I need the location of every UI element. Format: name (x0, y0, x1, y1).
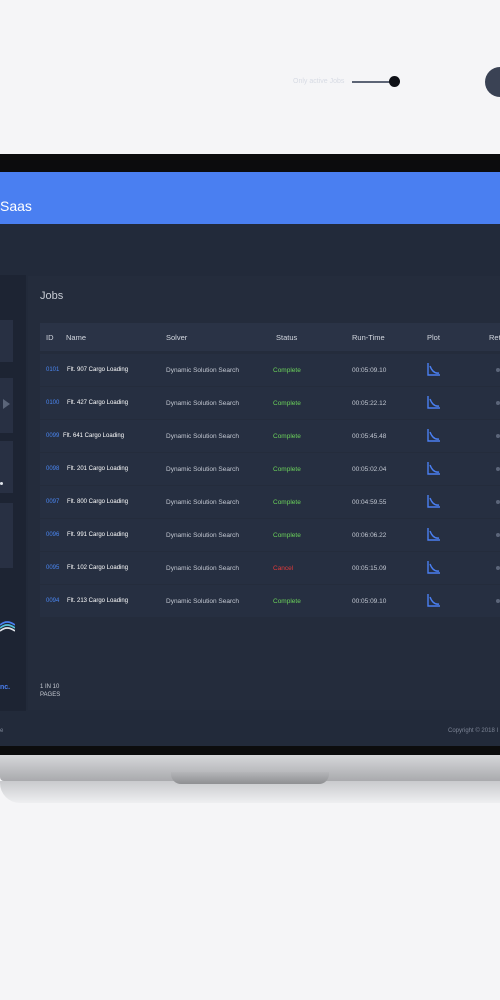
pager-count: 1 IN 10 PAGES (40, 683, 60, 699)
job-id[interactable]: 0097 (46, 499, 59, 505)
copyright-text: Copyright © 2018 I (448, 728, 499, 734)
chart-line-icon[interactable] (427, 560, 441, 574)
job-solver: Dynamic Solution Search (166, 532, 239, 539)
active-jobs-toggle-knob[interactable] (389, 76, 400, 87)
sidebar-item[interactable] (0, 320, 13, 362)
laptop-base-bottom (0, 781, 500, 803)
job-name: Flt. 427 Cargo Loading (67, 400, 129, 406)
job-solver: Dynamic Solution Search (166, 598, 239, 605)
column-header-plot[interactable]: Plot (427, 333, 440, 342)
job-runtime: 00:05:02.04 (352, 466, 387, 473)
chart-line-icon[interactable] (427, 494, 441, 508)
job-runtime: 00:04:59.55 (352, 499, 387, 506)
job-id[interactable]: 0094 (46, 598, 59, 604)
wave-logo-icon (0, 621, 15, 632)
chart-line-icon[interactable] (427, 527, 441, 541)
job-solver: Dynamic Solution Search (166, 499, 239, 506)
job-solver: Dynamic Solution Search (166, 367, 239, 374)
footer-left-text: e (0, 728, 4, 734)
job-status: Complete (273, 466, 301, 473)
job-runtime: 00:05:09.10 (352, 598, 387, 605)
chart-line-icon[interactable] (427, 593, 441, 607)
retry-icon[interactable] (496, 368, 500, 372)
column-header-status[interactable]: Status (276, 333, 297, 342)
retry-icon[interactable] (496, 533, 500, 537)
job-id[interactable]: 0096 (46, 532, 59, 538)
job-id[interactable]: 0098 (46, 466, 59, 472)
job-name: Flt. 991 Cargo Loading (67, 532, 129, 538)
pager-count-line2: PAGES (40, 692, 61, 698)
job-name: Flt. 800 Cargo Loading (67, 499, 129, 505)
job-runtime: 00:06:06.22 (352, 532, 387, 539)
active-jobs-toggle-label: Only active Jobs (293, 78, 345, 85)
column-header-runtime[interactable]: Run-Time (352, 333, 385, 342)
retry-icon[interactable] (496, 500, 500, 504)
job-status: Complete (273, 532, 301, 539)
job-runtime: 00:05:09.10 (352, 367, 387, 374)
pager-count-line1: 1 IN 10 (40, 684, 60, 690)
job-id[interactable]: 0095 (46, 565, 59, 571)
retry-icon[interactable] (496, 467, 500, 471)
job-name: Flt. 907 Cargo Loading (67, 367, 129, 373)
job-solver: Dynamic Solution Search (166, 400, 239, 407)
job-name: Flt. 201 Cargo Loading (67, 466, 129, 472)
job-status: Complete (273, 367, 301, 374)
job-solver: Dynamic Solution Search (166, 433, 239, 440)
job-status: Complete (273, 400, 301, 407)
column-header-solver[interactable]: Solver (166, 333, 187, 342)
job-status: Cancel (273, 565, 294, 572)
chart-line-icon[interactable] (427, 428, 441, 442)
job-solver: Dynamic Solution Search (166, 466, 239, 473)
play-icon (3, 399, 10, 409)
retry-icon[interactable] (496, 566, 500, 570)
column-header-id[interactable]: ID (46, 333, 54, 342)
job-runtime: 00:05:15.09 (352, 565, 387, 572)
chart-line-icon[interactable] (427, 395, 441, 409)
job-runtime: 00:05:22.12 (352, 400, 387, 407)
retry-icon[interactable] (496, 401, 500, 405)
job-runtime: 00:05:45.48 (352, 433, 387, 440)
chart-line-icon[interactable] (427, 362, 441, 376)
column-header-retry[interactable]: Ret (489, 333, 500, 342)
job-solver: Dynamic Solution Search (166, 565, 239, 572)
page-title: Jobs (40, 290, 64, 302)
job-status: Complete (273, 499, 301, 506)
sidebar (0, 275, 26, 711)
retry-icon[interactable] (496, 599, 500, 603)
job-status: Complete (273, 433, 301, 440)
active-jobs-toggle[interactable] (352, 81, 394, 83)
job-name: Flt. 102 Cargo Loading (67, 565, 129, 571)
dot-indicator-icon (0, 482, 3, 485)
sidebar-item[interactable] (0, 503, 13, 568)
job-name: Flt. 641 Cargo Loading (63, 433, 125, 439)
app-title: Saas (0, 198, 32, 214)
job-name: Flt. 213 Cargo Loading (67, 598, 129, 604)
job-status: Complete (273, 598, 301, 605)
settings-button[interactable] (485, 67, 500, 97)
job-id[interactable]: 0100 (46, 400, 59, 406)
brand-label: nc. (0, 684, 11, 691)
sidebar-item[interactable] (0, 441, 13, 493)
chart-line-icon[interactable] (427, 461, 441, 475)
column-header-name[interactable]: Name (66, 333, 86, 342)
laptop-notch (171, 772, 329, 784)
retry-icon[interactable] (496, 434, 500, 438)
job-id[interactable]: 0101 (46, 367, 59, 373)
job-id[interactable]: 0099 (46, 433, 59, 439)
app-bar: Saas (0, 172, 500, 224)
